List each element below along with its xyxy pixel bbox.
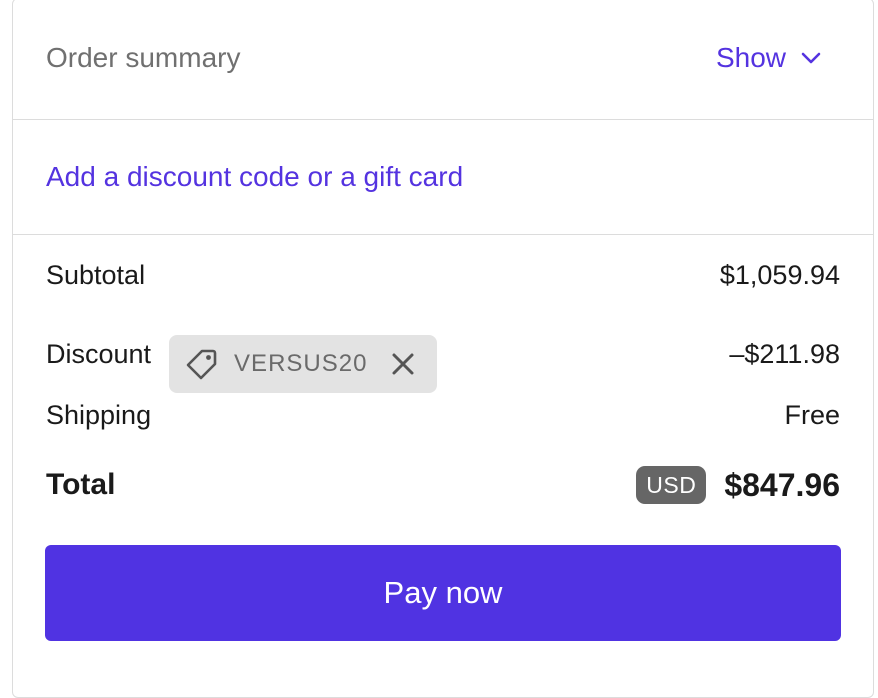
add-discount-link[interactable]: Add a discount code or a gift card [46,159,463,195]
pay-now-button[interactable]: Pay now [45,545,841,641]
discount-code: VERSUS20 [234,350,368,377]
discount-label: Discount [46,339,152,369]
show-order-summary-toggle[interactable]: Show [716,40,822,76]
order-summary-title: Order summary [46,42,241,73]
close-icon[interactable] [391,352,415,376]
show-toggle-label[interactable]: Show [716,40,786,76]
subtotal-value: $1,059.94 [719,260,840,290]
discount-left-group: Discount VERSUS20 [46,323,438,393]
shipping-label: Shipping [46,400,152,430]
total-right-group: USD $847.96 [636,466,840,504]
currency-badge: USD [636,466,707,504]
total-value: $847.96 [724,467,840,503]
discount-line: Discount VERSUS20 –$211.98 [46,323,840,393]
discount-section: Add a discount code or a gift card [12,120,874,235]
order-summary-header: Order summary Show [12,0,874,120]
chevron-down-icon[interactable] [800,51,822,65]
tag-icon [186,349,217,380]
discount-value: –$211.98 [729,339,840,369]
shipping-line: Shipping Free [46,398,840,432]
total-line: Total USD $847.96 [46,466,840,504]
total-label: Total [46,468,116,501]
shipping-value: Free [784,400,840,430]
subtotal-line: Subtotal $1,059.94 [46,258,840,292]
subtotal-label: Subtotal [46,260,146,290]
discount-code-chip: VERSUS20 [169,335,438,393]
